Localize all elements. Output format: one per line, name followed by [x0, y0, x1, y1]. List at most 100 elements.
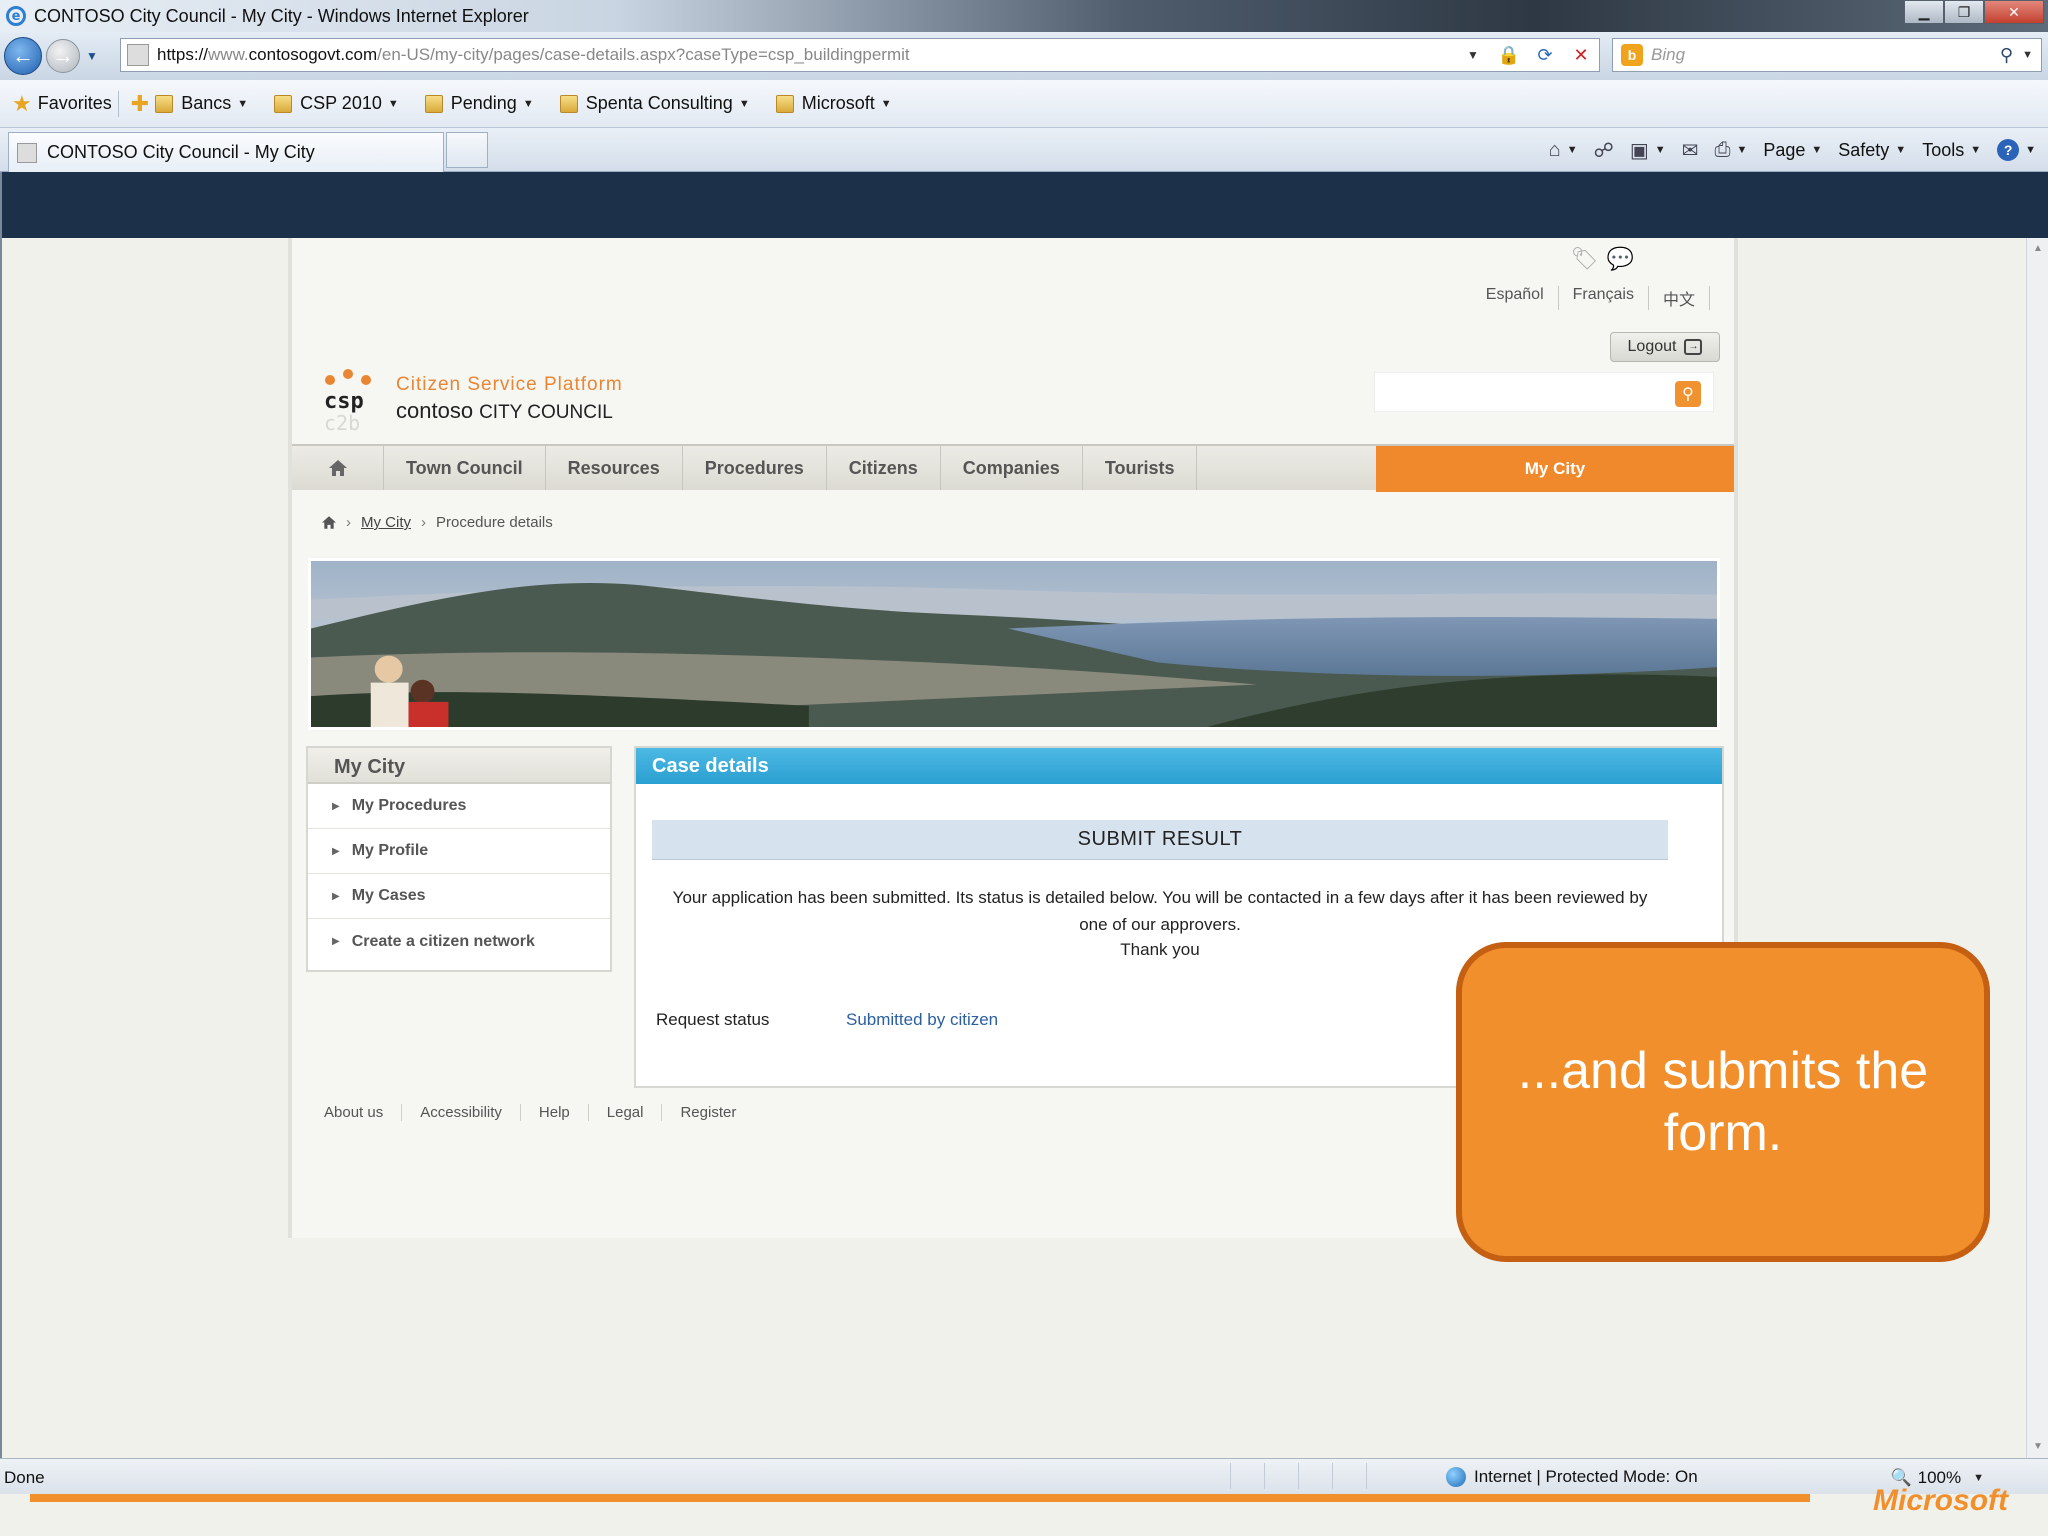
chevron-down-icon: ▼ — [387, 97, 399, 110]
sidebar-item-label: Create a citizen network — [351, 932, 535, 950]
csp-logo-icon: csp c2b — [324, 369, 371, 432]
safety-menu[interactable]: Safety ▼ — [1838, 140, 1906, 161]
address-bar[interactable]: https://www. contosogovt.com/en-US/my-cit… — [120, 38, 1600, 72]
chat-icon[interactable]: 💬 — [1607, 246, 1634, 272]
rss-icon[interactable]: ▣ — [1630, 138, 1649, 163]
security-zone[interactable]: Internet | Protected Mode: On — [1446, 1467, 1698, 1487]
minimize-button[interactable]: ▁ — [1904, 0, 1944, 24]
chevron-down-icon: ▼ — [738, 97, 750, 110]
security-zone-label: Internet | Protected Mode: On — [1474, 1467, 1698, 1486]
address-dropdown-icon[interactable]: ▼ — [1455, 48, 1491, 62]
lock-icon[interactable]: 🔒 — [1491, 45, 1527, 66]
lang-french[interactable]: Français — [1559, 286, 1649, 310]
search-box[interactable]: b Bing ⚲ ▼ — [1612, 38, 2042, 72]
footer-help[interactable]: Help — [521, 1104, 589, 1121]
help-menu[interactable]: ? ▼ — [1997, 139, 2036, 161]
folder-icon — [155, 94, 174, 113]
forward-button[interactable]: → — [46, 39, 80, 73]
footer-legal[interactable]: Legal — [589, 1104, 663, 1121]
add-favorite-icon[interactable]: ✚ — [131, 91, 149, 117]
sidebar-title: My City — [308, 748, 610, 784]
chevron-down-icon: ▼ — [2025, 144, 2036, 156]
nav-town-council[interactable]: Town Council — [384, 446, 546, 490]
fav-folder-label: Pending — [450, 93, 517, 113]
window-controls: ▁ ❐ ✕ — [1904, 0, 2044, 24]
close-window-button[interactable]: ✕ — [1984, 0, 2044, 24]
back-button[interactable]: ← — [4, 37, 42, 75]
chevron-down-icon[interactable]: ▼ — [1655, 144, 1666, 156]
nav-resources[interactable]: Resources — [546, 446, 683, 490]
request-status-value: Submitted by citizen — [846, 1010, 999, 1029]
search-icon[interactable]: ⚲ — [2000, 45, 2013, 66]
feeds-icon[interactable]: ☍ — [1594, 138, 1614, 163]
breadcrumb: › My City › Procedure details — [322, 514, 553, 531]
nav-citizens[interactable]: Citizens — [827, 446, 941, 490]
fav-folder-microsoft[interactable]: Microsoft ▼ — [775, 93, 892, 114]
search-options-icon[interactable]: ▼ — [2022, 49, 2033, 61]
scroll-down-icon[interactable]: ▼ — [2027, 1436, 2048, 1458]
tag-icon[interactable]: 🏷 — [1571, 246, 1599, 272]
brand-name-suffix: CITY COUNCIL — [479, 402, 613, 423]
chevron-right-icon: ▶ — [332, 890, 340, 902]
sidebar-item-label: My Cases — [351, 887, 426, 904]
print-icon[interactable]: ⎙ — [1714, 139, 1730, 162]
sidebar-item-create-network[interactable]: ▶ Create a citizen network — [308, 919, 610, 964]
command-bar: ⌂ ▼ ☍ ▣ ▼ ✉ ⎙ ▼ Page ▼ Safety ▼ Tools ▼ ? ▼ — [1533, 128, 2036, 172]
new-tab-button[interactable] — [446, 132, 488, 168]
sidebar-item-label: My Procedures — [351, 797, 467, 814]
folder-icon — [559, 94, 578, 113]
callout-bubble: ...and submits the form. — [1456, 942, 1990, 1262]
mail-icon[interactable]: ✉ — [1682, 138, 1699, 163]
submit-result-title: SUBMIT RESULT — [652, 820, 1668, 860]
fav-folder-pending[interactable]: Pending ▼ — [424, 93, 534, 114]
url-path: /en-US/my-city/pages/case-details.aspx?c… — [377, 45, 910, 64]
site-search-input[interactable]: ⚲ — [1374, 372, 1714, 412]
site-footer: About us Accessibility Help Legal Regist… — [306, 1104, 754, 1121]
footer-register[interactable]: Register — [662, 1104, 754, 1121]
tab-bar: CONTOSO City Council - My City ⌂ ▼ ☍ ▣ ▼ ✉… — [0, 128, 2048, 172]
nav-tourists[interactable]: Tourists — [1083, 446, 1198, 490]
fav-folder-spenta[interactable]: Spenta Consulting ▼ — [559, 93, 750, 114]
site-favicon-icon — [127, 44, 149, 66]
maximize-button[interactable]: ❐ — [1944, 0, 1984, 24]
footer-about-us[interactable]: About us — [306, 1104, 403, 1121]
fav-folder-bancs[interactable]: Bancs ▼ — [155, 93, 248, 114]
home-icon[interactable]: ⌂ — [1549, 139, 1561, 162]
chevron-down-icon[interactable]: ▼ — [1567, 144, 1578, 156]
tab-title: CONTOSO City Council - My City — [47, 142, 315, 162]
favorites-bar: ★ Favorites ✚ Bancs ▼ CSP 2010 ▼ Pending ▼ … — [0, 80, 2048, 128]
nav-companies[interactable]: Companies — [941, 446, 1083, 490]
nav-procedures[interactable]: Procedures — [683, 446, 827, 490]
sidebar-item-my-procedures[interactable]: ▶ My Procedures — [308, 784, 610, 829]
logout-button[interactable]: Logout → — [1610, 332, 1720, 362]
chevron-down-icon[interactable]: ▼ — [1736, 144, 1747, 156]
fav-folder-csp2010[interactable]: CSP 2010 ▼ — [274, 93, 399, 114]
page-menu[interactable]: Page ▼ — [1763, 140, 1822, 161]
lang-spanish[interactable]: Español — [1472, 286, 1559, 310]
refresh-icon[interactable]: ⟳ — [1527, 45, 1563, 66]
lang-chinese[interactable]: 中文 — [1649, 286, 1710, 310]
favorites-button[interactable]: Favorites — [38, 93, 112, 114]
sidebar-item-my-cases[interactable]: ▶ My Cases — [308, 874, 610, 919]
chevron-down-icon: ▼ — [1811, 144, 1823, 156]
chevron-down-icon: ▼ — [880, 97, 892, 110]
favorites-star-icon[interactable]: ★ — [12, 91, 32, 117]
stop-icon[interactable]: ✕ — [1563, 45, 1599, 66]
vertical-scrollbar[interactable]: ▲ ▼ — [2026, 238, 2048, 1458]
submit-message: Your application has been submitted. Its… — [672, 888, 1648, 934]
breadcrumb-home-icon[interactable] — [322, 516, 336, 529]
site-search-icon[interactable]: ⚲ — [1675, 381, 1701, 407]
tools-menu[interactable]: Tools ▼ — [1922, 140, 1981, 161]
nav-my-city[interactable]: My City — [1376, 446, 1734, 492]
tab-current[interactable]: CONTOSO City Council - My City — [8, 132, 444, 172]
footer-accessibility[interactable]: Accessibility — [402, 1104, 521, 1121]
brand-name: contoso CITY COUNCIL — [396, 398, 613, 424]
breadcrumb-my-city[interactable]: My City — [361, 514, 411, 531]
history-dropdown-icon[interactable]: ▼ — [86, 49, 98, 63]
main-navigation: Town Council Resources Procedures Citize… — [292, 444, 1734, 492]
brand-name-main: contoso — [396, 398, 474, 423]
sidebar-item-my-profile[interactable]: ▶ My Profile — [308, 829, 610, 874]
scroll-up-icon[interactable]: ▲ — [2027, 238, 2048, 260]
nav-home-icon[interactable] — [292, 446, 384, 490]
window-title: CONTOSO City Council - My City - Windows… — [34, 5, 529, 26]
